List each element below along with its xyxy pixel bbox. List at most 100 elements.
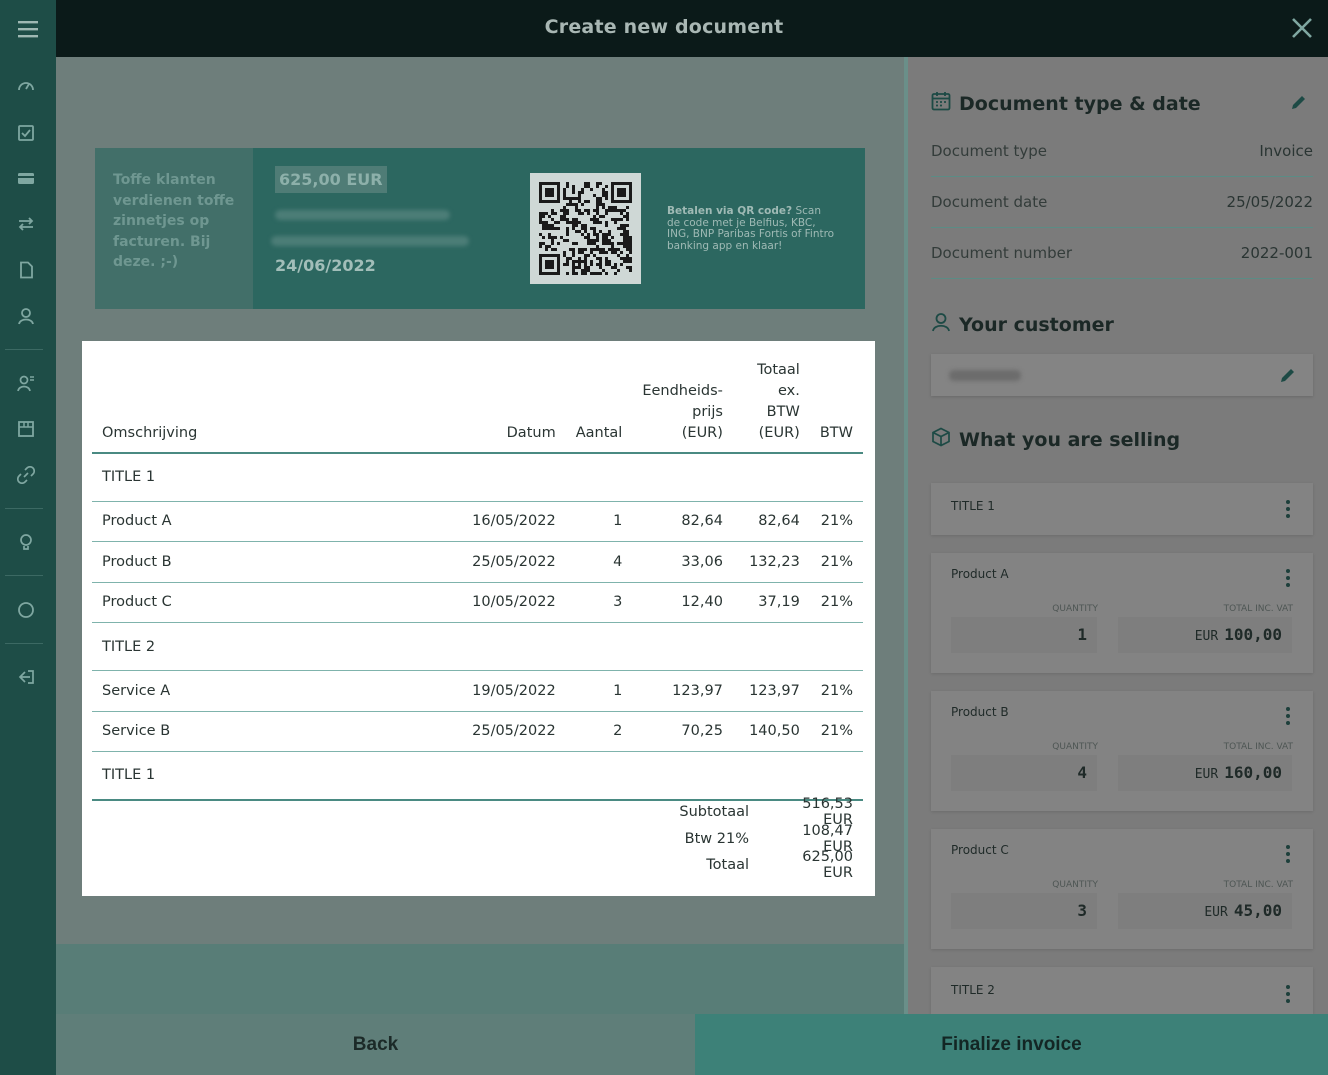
row-vat: 21% <box>809 582 863 623</box>
invoice-paper: Omschrijving Datum Aantal Eendheids- pri… <box>82 341 875 896</box>
item-card-title[interactable]: TITLE 1 <box>931 483 1313 535</box>
document-number-value: 2022-001 <box>1240 244 1313 262</box>
document-type-row[interactable]: Document type Invoice <box>931 126 1313 177</box>
row-quantity: 2 <box>565 711 633 752</box>
table-row: Service B 25/05/2022 2 70,25 140,50 21% <box>92 711 863 752</box>
finalize-invoice-button[interactable]: Finalize invoice <box>695 1014 1328 1075</box>
blurred-account-line <box>275 210 450 220</box>
banner-amount: 625,00 EUR <box>275 166 387 193</box>
item-card-title[interactable]: TITLE 2 <box>931 967 1313 1014</box>
col-unit-price: Eendheids- prijs (EUR) <box>632 358 733 454</box>
quantity-input[interactable]: 4 <box>951 755 1097 791</box>
circle-icon[interactable] <box>16 600 36 620</box>
quantity-input[interactable]: 1 <box>951 617 1097 653</box>
row-date: 10/05/2022 <box>447 582 566 623</box>
total-input[interactable]: EUR 45,00 <box>1118 893 1292 929</box>
banner-slogan: Toffe klanten verdienen toffe zinnetjes … <box>95 148 253 309</box>
item-card-product[interactable]: Product B QUANTITY TOTAL INC. VAT 4 EUR 1… <box>931 691 1313 811</box>
link-icon[interactable] <box>16 465 36 485</box>
table-section-row: TITLE 2 <box>92 622 863 671</box>
products-icon[interactable] <box>16 419 36 439</box>
row-date: 19/05/2022 <box>447 670 566 712</box>
row-total: 132,23 <box>732 541 810 583</box>
row-description: Service A <box>92 670 448 712</box>
section-title: TITLE 2 <box>92 622 863 671</box>
qr-instructions: Betalen via QR code? Scan de code met je… <box>667 205 837 252</box>
qr-instructions-title: Betalen via QR code? <box>667 205 793 217</box>
checklist-icon[interactable] <box>16 123 36 143</box>
quantity-label: QUANTITY <box>1052 742 1098 752</box>
quantity-label: QUANTITY <box>1052 604 1098 614</box>
row-unit-price: 123,97 <box>632 670 733 712</box>
total-value: 160,00 <box>1224 763 1282 782</box>
row-unit-price: 82,64 <box>632 501 733 542</box>
menu-icon[interactable] <box>0 0 56 57</box>
table-section-row: TITLE 1 <box>92 751 863 801</box>
customers-icon[interactable] <box>16 306 36 326</box>
row-unit-price: 33,06 <box>632 541 733 583</box>
dashboard-icon[interactable] <box>16 77 36 97</box>
item-card-product[interactable]: Product C QUANTITY TOTAL INC. VAT 3 EUR 4… <box>931 829 1313 949</box>
total-label: Totaal <box>706 857 749 874</box>
close-icon[interactable] <box>1282 8 1322 48</box>
row-vat: 21% <box>809 541 863 583</box>
row-unit-price: 12,40 <box>632 582 733 623</box>
document-date-row[interactable]: Document date 25/05/2022 <box>931 177 1313 228</box>
contacts-icon[interactable] <box>16 373 36 393</box>
col-date: Datum <box>447 358 566 454</box>
preview-footer-band <box>56 944 904 1014</box>
more-options-icon[interactable] <box>1285 500 1291 518</box>
row-quantity: 1 <box>565 501 633 542</box>
logout-icon[interactable] <box>16 667 36 687</box>
total-value: 45,00 <box>1233 901 1282 920</box>
total-value: 100,00 <box>1224 625 1282 644</box>
transfer-icon[interactable] <box>16 214 36 234</box>
row-description: Product B <box>92 541 448 583</box>
edit-document-type-icon[interactable] <box>1290 93 1308 115</box>
total-input[interactable]: EUR 100,00 <box>1118 617 1292 653</box>
document-date-label: Document date <box>931 193 1048 211</box>
table-row: Product C 10/05/2022 3 12,40 37,19 21% <box>92 582 863 623</box>
total-input[interactable]: EUR 160,00 <box>1118 755 1292 791</box>
back-button[interactable]: Back <box>56 1014 695 1075</box>
section-title: TITLE 1 <box>92 751 863 801</box>
item-name: TITLE 1 <box>951 499 995 513</box>
more-options-icon[interactable] <box>1285 707 1291 725</box>
box-icon <box>931 427 951 452</box>
card-icon[interactable] <box>16 168 36 188</box>
table-row: Product B 25/05/2022 4 33,06 132,23 21% <box>92 541 863 583</box>
row-unit-price: 70,25 <box>632 711 733 752</box>
lightbulb-icon[interactable] <box>16 532 36 552</box>
user-icon <box>931 312 951 337</box>
table-header-row: Omschrijving Datum Aantal Eendheids- pri… <box>92 358 863 454</box>
document-type-label: Document type <box>931 142 1047 160</box>
row-quantity: 4 <box>565 541 633 583</box>
row-total: 37,19 <box>732 582 810 623</box>
total-inc-vat-label: TOTAL INC. VAT <box>1223 742 1293 752</box>
selling-title-text: What you are selling <box>959 428 1181 451</box>
more-options-icon[interactable] <box>1285 845 1291 863</box>
row-total: 123,97 <box>732 670 810 712</box>
quantity-input[interactable]: 3 <box>951 893 1097 929</box>
row-date: 16/05/2022 <box>447 501 566 542</box>
more-options-icon[interactable] <box>1285 985 1291 1003</box>
col-unit-price-line1: Eendheids- <box>642 383 723 399</box>
total-inc-vat-label: TOTAL INC. VAT <box>1223 880 1293 890</box>
document-number-row[interactable]: Document number 2022-001 <box>931 228 1313 279</box>
col-total-ex-vat: Totaal ex. BTW (EUR) <box>732 358 810 454</box>
table-row: Service A 19/05/2022 1 123,97 123,97 21% <box>92 670 863 712</box>
col-total-line2: ex. BTW <box>766 383 800 420</box>
document-number-label: Document number <box>931 244 1073 262</box>
customer-selector[interactable] <box>931 354 1313 396</box>
row-total: 82,64 <box>732 501 810 542</box>
section-title: TITLE 1 <box>92 453 863 502</box>
row-vat: 21% <box>809 501 863 542</box>
col-quantity: Aantal <box>565 358 633 454</box>
document-icon[interactable] <box>16 260 36 280</box>
currency-label: EUR <box>1194 629 1219 644</box>
item-card-product[interactable]: Product A QUANTITY TOTAL INC. VAT 1 EUR 1… <box>931 553 1313 673</box>
more-options-icon[interactable] <box>1285 569 1291 587</box>
row-description: Product C <box>92 582 448 623</box>
row-description: Product A <box>92 501 448 542</box>
edit-customer-icon[interactable] <box>1279 366 1297 388</box>
